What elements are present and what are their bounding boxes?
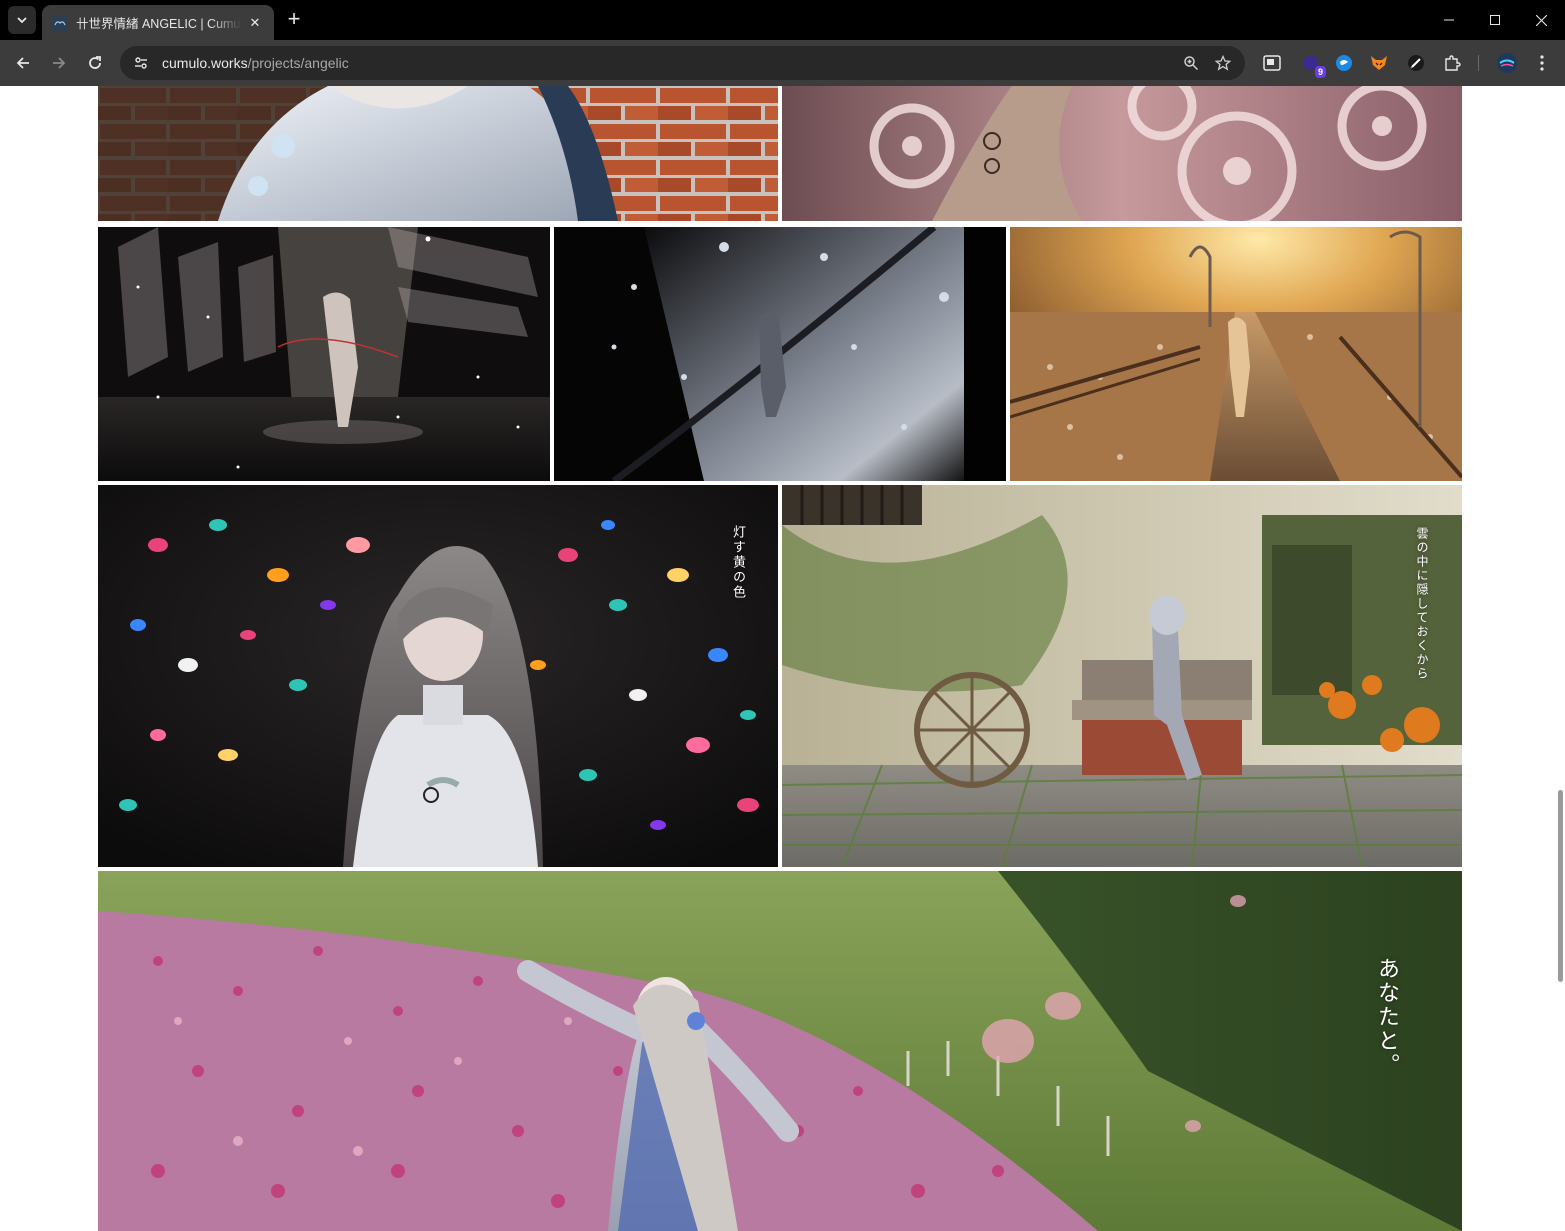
extension-chat[interactable] (1331, 50, 1357, 76)
minimize-icon (1444, 19, 1454, 21)
pen-icon (1408, 55, 1424, 71)
star-icon (1215, 55, 1231, 71)
gallery-image-confetti[interactable]: 灯す黄の色 (98, 485, 778, 867)
url-path: /projects/angelic (247, 55, 349, 71)
puzzle-icon (1445, 55, 1461, 71)
reload-icon (89, 56, 101, 69)
site-favicon-icon (52, 14, 68, 31)
close-icon (1535, 14, 1547, 26)
maximize-icon (1490, 15, 1500, 25)
extension-fox[interactable] (1366, 50, 1392, 76)
zoom-icon (1184, 56, 1199, 71)
gallery-image-gears[interactable] (782, 86, 1462, 221)
extension-hex[interactable]: 9 (1298, 50, 1326, 78)
profile-button[interactable] (1494, 50, 1520, 76)
caption-garden: 雲の中に隠しておくから (1415, 527, 1429, 681)
browser-menu-button[interactable] (1529, 50, 1555, 76)
back-button[interactable] (9, 49, 37, 77)
gallery-image-flower-field[interactable]: あなたと。 (98, 871, 1462, 1231)
page-scrollbar[interactable] (1557, 86, 1565, 1231)
extension-pen[interactable] (1403, 50, 1429, 76)
more-vert-icon (1540, 55, 1544, 71)
new-tab-button[interactable]: + (282, 8, 306, 32)
site-info-icon[interactable] (132, 54, 150, 72)
gallery-image-brick-wall[interactable] (98, 86, 778, 221)
scrollbar-thumb[interactable] (1558, 790, 1563, 982)
bookmark-button[interactable] (1207, 49, 1239, 77)
tab-close-icon[interactable]: ✕ (246, 14, 264, 32)
gallery-image-chain-light[interactable] (554, 227, 1006, 481)
arrow-right-icon (53, 57, 66, 69)
minimize-button[interactable] (1426, 0, 1472, 40)
avatar (1497, 53, 1517, 73)
extension-badge: 9 (1314, 66, 1326, 78)
browser-toolbar: cumulo.works/projects/angelic 9 (0, 40, 1565, 86)
tab-search-button[interactable] (8, 6, 36, 34)
close-window-button[interactable] (1518, 0, 1564, 40)
gallery-image-stage-light[interactable] (98, 227, 550, 481)
gallery-image-sunset-path[interactable] (1010, 227, 1462, 481)
reading-mode-button[interactable] (1259, 50, 1285, 76)
toolbar-separator (1478, 55, 1479, 71)
window-title-bar: 卄世界情緒 ANGELIC | Cumulow ✕ + (0, 0, 1565, 40)
active-tab[interactable]: 卄世界情緒 ANGELIC | Cumulow ✕ (42, 5, 274, 40)
forward-button[interactable] (45, 49, 73, 77)
caption-confetti: 灯す黄の色 (730, 525, 745, 600)
reload-button[interactable] (81, 49, 109, 77)
page-content: 灯す黄の色 雲の中に隠しておくから あなたと。 (0, 86, 1565, 1231)
arrow-left-icon (16, 57, 29, 69)
address-bar[interactable]: cumulo.works/projects/angelic (120, 46, 1245, 80)
tab-title: 卄世界情緒 ANGELIC | Cumulow (76, 17, 242, 31)
chevron-down-icon (17, 17, 27, 24)
chat-bubble-icon (1336, 55, 1352, 71)
side-panel-icon (1263, 55, 1281, 71)
zoom-button[interactable] (1175, 49, 1207, 77)
gallery-image-garden-bench[interactable]: 雲の中に隠しておくから (782, 485, 1462, 867)
fox-icon (1371, 56, 1387, 70)
caption-field: あなたと。 (1374, 957, 1399, 1077)
extensions-menu-button[interactable] (1439, 50, 1465, 76)
url-host: cumulo.works (162, 55, 248, 71)
url-text: cumulo.works/projects/angelic (162, 55, 1175, 71)
maximize-button[interactable] (1472, 0, 1518, 40)
